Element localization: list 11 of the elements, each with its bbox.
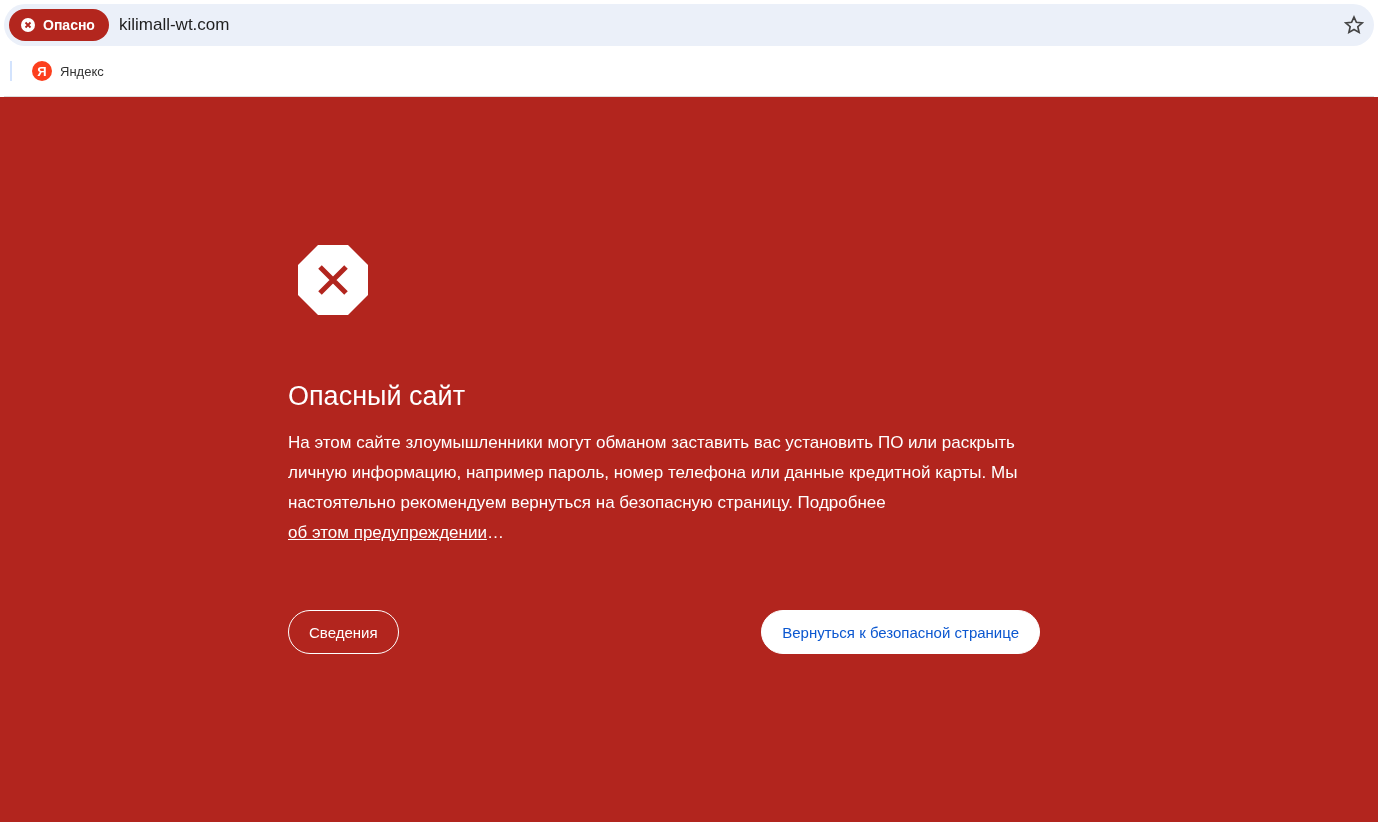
warning-text: На этом сайте злоумышленники могут обманом заставить вас установить ПО или раскрыть личную информацию, например пароль, номер телефона или данные кредитной карты. Мы настоятельно рекомендуем вернуться на безопасную страницу. Подробнее об этом предупреждении… <box>288 432 1019 544</box>
yandex-logo-icon: Я <box>32 61 52 81</box>
warning-link[interactable]: об этом предупреждении <box>288 523 487 542</box>
bookmark-link[interactable]: Я Яндекс <box>28 57 108 85</box>
back-to-safety-button[interactable]: Вернуться к безопасной странице <box>761 610 1040 654</box>
error-icon <box>21 18 35 32</box>
stop-sign-icon <box>298 245 368 315</box>
url-text[interactable]: kilimall-wt.com <box>118 15 1334 35</box>
star-icon[interactable] <box>1344 15 1364 35</box>
warning-title: Опасный сайт <box>288 381 466 412</box>
security-chip[interactable]: Опасно <box>9 9 109 41</box>
